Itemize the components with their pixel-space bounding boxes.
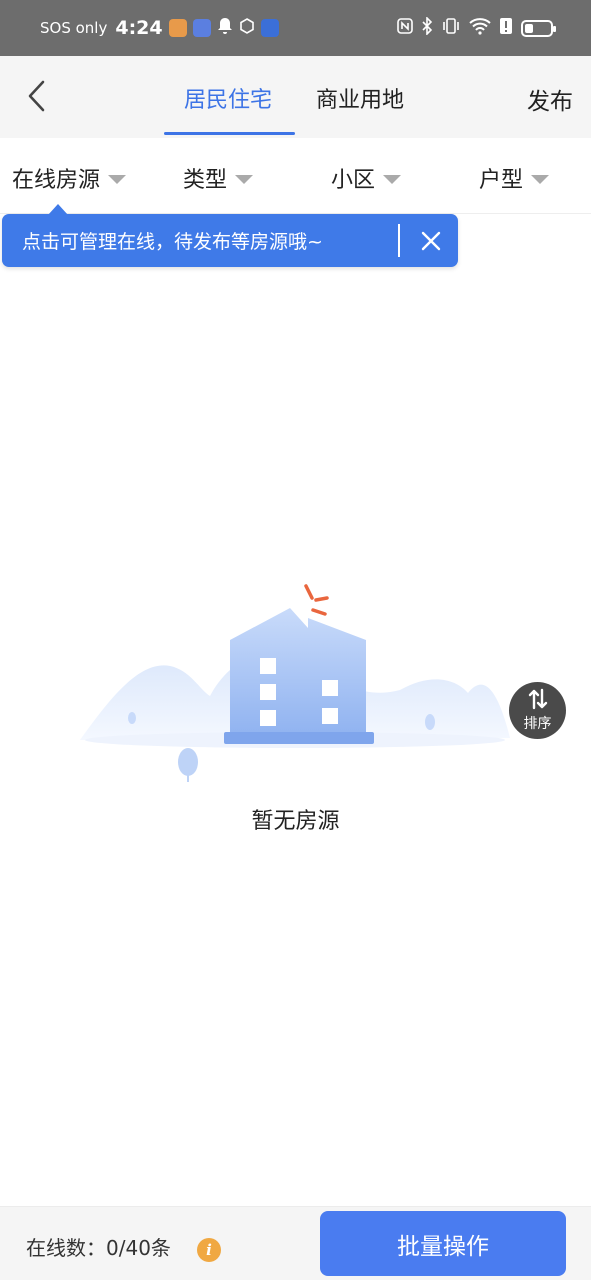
tooltip-text: 点击可管理在线，待发布等房源哦~ [22,231,323,253]
online-count-value: 0/40条 [106,1236,171,1260]
active-tab-indicator [164,132,295,135]
top-nav: 居民住宅 商业用地 发布 [0,56,591,138]
online-count: 在线数： 0/40条 [26,1232,171,1261]
tooltip-close-button[interactable] [412,222,450,260]
tab-commercial[interactable]: 商业用地 [316,82,404,114]
app-notification-icon [168,19,187,37]
status-time: 4:24 [115,17,163,39]
publish-button[interactable]: 发布 [527,82,573,116]
bottom-bar: 在线数： 0/40条 i 批量操作 [0,1206,591,1280]
sort-arrows-icon [528,688,547,710]
carrier-text: SOS only [40,19,108,37]
bird-app-icon [260,19,279,37]
box-icon [239,18,255,38]
caret-down-icon [383,174,402,184]
online-count-label: 在线数： [26,1236,106,1260]
batch-operation-button[interactable]: 批量操作 [320,1211,566,1276]
filter-type[interactable]: 类型 [183,162,254,194]
close-icon [421,231,441,251]
back-button[interactable] [18,78,54,114]
chevron-left-icon [28,80,45,112]
bluetooth-icon [421,16,433,39]
tab-residential[interactable]: 居民住宅 [184,82,272,114]
info-icon[interactable]: i [197,1238,221,1262]
nfc-icon [397,18,413,38]
filter-label: 类型 [183,168,228,193]
status-left: SOS only 4:24 [40,17,279,39]
wifi-icon [469,17,491,39]
qr-app-icon [192,19,211,37]
filter-label: 在线房源 [12,168,101,193]
filter-bar: 在线房源 类型 小区 户型 [0,138,591,214]
vibrate-icon [441,17,461,39]
caret-down-icon [531,174,550,184]
caret-down-icon [235,174,254,184]
status-right [397,16,556,39]
battery-icon [521,19,556,37]
status-bar: SOS only 4:24 [0,0,591,56]
sort-button[interactable]: 排序 [509,682,566,739]
alert-icon [499,17,513,39]
guide-tooltip: 点击可管理在线，待发布等房源哦~ [2,204,458,267]
filter-layout[interactable]: 户型 [479,162,550,194]
caret-down-icon [108,174,127,184]
bell-icon [217,17,233,39]
filter-label: 小区 [331,168,376,193]
filter-label: 户型 [479,168,524,193]
sort-label: 排序 [523,716,552,732]
filter-online-listings[interactable]: 在线房源 [12,162,127,194]
filter-community[interactable]: 小区 [331,162,402,194]
tooltip-divider [398,224,400,257]
empty-state-text: 暂无房源 [251,809,340,834]
empty-house-illustration [80,584,510,782]
